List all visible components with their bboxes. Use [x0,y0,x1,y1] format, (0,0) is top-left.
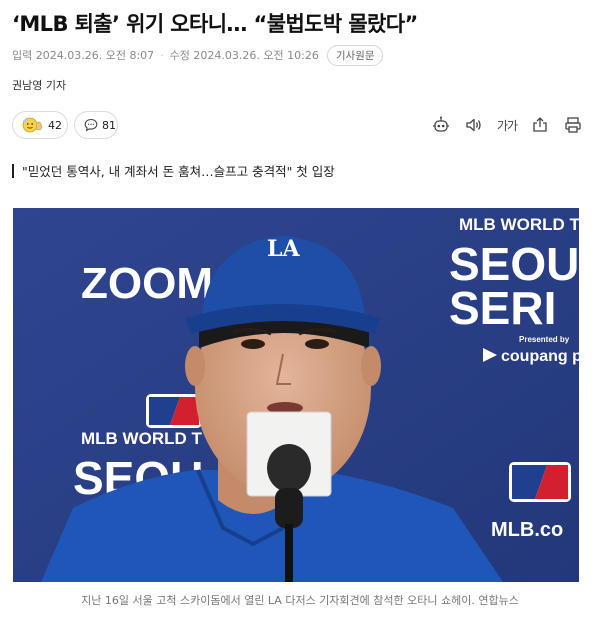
speech-bubble-icon [84,118,98,132]
backdrop-mlb-world-tour-text: MLB WORLD T [459,215,579,234]
article-headline: ‘MLB 퇴출’ 위기 오타니… “불법도박 몰랐다” [12,12,418,36]
reaction-button[interactable]: 42 [12,111,68,139]
published-time: 2024.03.26. 오전 8:07 [35,49,155,62]
subheadline-bar [12,163,14,178]
comment-count: 81 [102,118,116,132]
summary-robot-icon[interactable] [430,114,452,136]
article-photo: ZOOM MLB WORLD T SEOU SERI Presented by … [13,208,579,582]
article-subheadline: "믿었던 통역사, 내 계좌서 돈 훔쳐…슬프고 충격적" 첫 입장 [12,161,335,180]
emoji-reaction-icon [22,117,44,133]
published-label: 입력 [12,49,33,62]
backdrop-series-text: SERI [449,282,556,334]
font-size-icon[interactable]: 가가 [496,114,518,136]
backdrop-mlb-com-text: MLB.co [491,519,563,541]
microphone-stand [285,524,293,582]
photo-caption: 지난 16일 서울 고척 스카이돔에서 열린 LA 다저스 기자회견에 참석한 … [81,594,519,607]
backdrop-zoom-text: ZOOM [81,259,213,308]
modified-label: 수정 [169,49,190,62]
meta-separator: · [160,48,164,62]
reaction-count: 42 [48,118,62,132]
article-meta: 입력 2024.03.26. 오전 8:07 · 수정 2024.03.26. … [12,44,384,66]
microphone-head [267,444,311,492]
reporter-name[interactable]: 권남영 기자 [12,77,66,93]
backdrop-coupang-text: coupang p [501,348,579,365]
article-toolbar: 가가 [430,113,584,137]
cap-logo-text: LA [267,236,300,262]
modified-time: 2024.03.26. 오전 10:26 [193,49,319,62]
backdrop-mlb-world-tour-left-text: MLB WORLD T [81,429,202,448]
share-icon[interactable] [529,114,551,136]
backdrop-presented-by-text: Presented by [519,335,570,344]
speaker-icon[interactable] [463,114,485,136]
print-icon[interactable] [562,114,584,136]
comment-button[interactable]: 81 [74,111,118,139]
subheadline-text: "믿었던 통역사, 내 계좌서 돈 훔쳐…슬프고 충격적" 첫 입장 [22,164,335,179]
original-article-button[interactable]: 기사원문 [326,44,384,66]
